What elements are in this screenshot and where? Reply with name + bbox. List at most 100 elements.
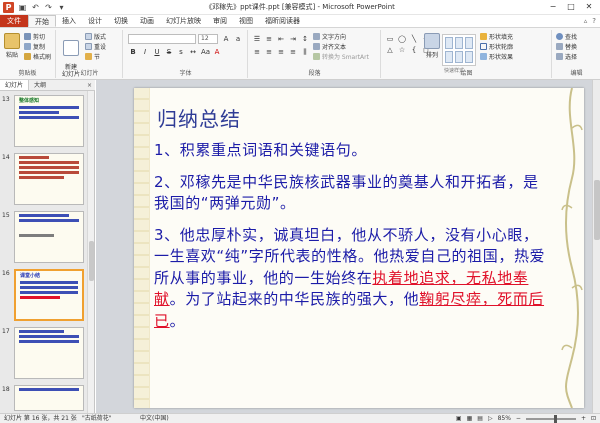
- copy-button[interactable]: 复制: [24, 43, 45, 52]
- strikethrough-button[interactable]: S: [165, 48, 173, 56]
- increase-indent-icon[interactable]: ⇥: [289, 35, 297, 43]
- italic-button[interactable]: I: [141, 48, 149, 56]
- paste-button[interactable]: 粘贴: [3, 33, 21, 59]
- slide-canvas[interactable]: 归纳总结 1、积累重点词语和关键语句。 2、邓稼先是中华民族核武器事业的奠基人和…: [134, 88, 584, 408]
- tab-outline-pane[interactable]: 大纲: [29, 80, 51, 90]
- select-button[interactable]: 选择: [556, 53, 577, 62]
- slide-thumbnail[interactable]: [14, 211, 84, 263]
- shape-fill-button[interactable]: 形状填充: [480, 33, 513, 42]
- layout-icon: [85, 33, 92, 40]
- quick-styles-gallery[interactable]: [442, 34, 476, 66]
- fit-to-window-icon[interactable]: ⊡: [591, 414, 596, 423]
- find-button[interactable]: 查找: [556, 33, 577, 42]
- tab-insert[interactable]: 插入: [56, 15, 82, 27]
- spacing-icon[interactable]: ↔: [189, 48, 197, 56]
- slide-thumbnail[interactable]: [14, 153, 84, 205]
- tab-design[interactable]: 设计: [82, 15, 108, 27]
- editing-label: 编辑: [570, 70, 583, 77]
- reset-button[interactable]: 重设: [85, 43, 106, 52]
- paste-icon: [4, 33, 20, 49]
- tab-home[interactable]: 开始: [28, 15, 56, 27]
- grow-font-icon[interactable]: A: [222, 35, 230, 43]
- slides-pane-scrollbar[interactable]: [87, 91, 94, 413]
- theme-name-status[interactable]: "古纸荷花": [82, 414, 112, 423]
- numbering-icon[interactable]: ≡: [265, 35, 273, 43]
- tab-view[interactable]: 视图: [233, 15, 259, 27]
- format-painter-button[interactable]: 格式刷: [24, 53, 51, 62]
- zoom-level[interactable]: 85%: [498, 414, 511, 423]
- maximize-icon[interactable]: □: [562, 1, 580, 13]
- arrange-button[interactable]: 排列: [424, 33, 440, 59]
- align-center-icon[interactable]: ≡: [265, 48, 273, 57]
- copy-icon: [24, 43, 31, 50]
- smartart-button[interactable]: 转换为 SmartArt: [313, 53, 369, 62]
- cut-button[interactable]: 剪切: [24, 33, 45, 42]
- zoom-slider-handle[interactable]: [553, 414, 557, 423]
- brace-shape-icon[interactable]: {: [410, 46, 418, 54]
- tab-foxit[interactable]: 福昕阅读器: [259, 15, 306, 27]
- slide-thumbnail[interactable]: [14, 385, 84, 411]
- reading-view-icon[interactable]: ▤: [477, 414, 483, 423]
- zoom-slider[interactable]: [525, 414, 576, 423]
- scrollbar-thumb[interactable]: [89, 241, 94, 281]
- slide-count-status: 幻灯片 第 16 张，共 21 张: [4, 415, 77, 422]
- thumbnail-number: 14: [2, 154, 10, 161]
- change-case-icon[interactable]: Aa: [201, 48, 210, 56]
- tab-slideshow[interactable]: 幻灯片放映: [160, 15, 207, 27]
- zoom-out-icon[interactable]: −: [516, 414, 521, 423]
- section-button[interactable]: 节: [85, 53, 100, 62]
- replace-button[interactable]: 替换: [556, 43, 577, 52]
- decrease-indent-icon[interactable]: ⇤: [277, 35, 285, 43]
- close-pane-icon[interactable]: ×: [87, 80, 95, 90]
- help-icon[interactable]: ?: [592, 17, 596, 25]
- zoom-in-icon[interactable]: +: [581, 414, 586, 423]
- slideshow-icon[interactable]: ▷: [488, 414, 493, 423]
- normal-view-icon[interactable]: ▣: [456, 414, 462, 423]
- underline-button[interactable]: U: [153, 48, 161, 56]
- oval-shape-icon[interactable]: ◯: [398, 35, 406, 43]
- paragraph-label: 段落: [308, 70, 321, 77]
- language-status[interactable]: 中文(中国): [140, 414, 169, 423]
- align-left-icon[interactable]: ≡: [253, 48, 261, 57]
- star-shape-icon[interactable]: ☆: [398, 46, 406, 54]
- shrink-font-icon[interactable]: a: [234, 35, 242, 43]
- minimize-ribbon-icon[interactable]: ▵: [584, 17, 588, 25]
- slide-body-text[interactable]: 1、积累重点词语和关键语句。 2、邓稼先是中华民族核武器事业的奠基人和开拓者，是…: [154, 140, 549, 342]
- slide-thumbnail-selected[interactable]: 课堂小结: [14, 269, 84, 321]
- tab-transitions[interactable]: 切换: [108, 15, 134, 27]
- tab-review[interactable]: 审阅: [207, 15, 233, 27]
- text-direction-button[interactable]: 文字方向: [313, 33, 346, 42]
- close-icon[interactable]: ✕: [580, 1, 598, 13]
- font-name-input[interactable]: [128, 34, 196, 44]
- shape-effects-button[interactable]: 形状效果: [480, 53, 513, 62]
- justify-icon[interactable]: ≡: [289, 48, 297, 57]
- line-shape-icon[interactable]: ╲: [410, 35, 418, 43]
- triangle-shape-icon[interactable]: △: [386, 46, 394, 54]
- font-size-input[interactable]: 12: [198, 34, 218, 44]
- minimize-icon[interactable]: −: [544, 1, 562, 13]
- line-spacing-icon[interactable]: ↕: [301, 35, 309, 43]
- slide-thumbnail[interactable]: 整体感知: [14, 95, 84, 147]
- thumbnail-number: 17: [2, 328, 10, 335]
- shadow-icon[interactable]: ꜱ: [177, 48, 185, 56]
- font-color-icon[interactable]: A: [213, 48, 221, 56]
- slide-sorter-icon[interactable]: ▦: [467, 414, 473, 423]
- columns-icon[interactable]: ⫼: [301, 48, 309, 57]
- slide-title[interactable]: 归纳总结: [157, 103, 241, 132]
- tab-slides-pane[interactable]: 幻灯片: [0, 80, 30, 90]
- align-right-icon[interactable]: ≡: [277, 48, 285, 57]
- bold-button[interactable]: B: [129, 48, 137, 56]
- scrollbar-thumb[interactable]: [594, 180, 600, 240]
- summary-point-2: 2、邓稼先是中华民族核武器事业的奠基人和开拓者，是我国的“两弹元勋”。: [154, 172, 539, 213]
- align-text-button[interactable]: 对齐文本: [313, 43, 346, 52]
- tab-file[interactable]: 文件: [0, 15, 28, 27]
- select-icon: [556, 53, 563, 60]
- edit-area-scrollbar[interactable]: [592, 80, 600, 413]
- rectangle-shape-icon[interactable]: ▭: [386, 35, 394, 43]
- shape-outline-button[interactable]: 形状轮廓: [480, 43, 513, 52]
- layout-button[interactable]: 版式: [85, 33, 106, 42]
- tab-animations[interactable]: 动画: [134, 15, 160, 27]
- bullets-icon[interactable]: ☰: [253, 35, 261, 43]
- slide-thumbnail[interactable]: [14, 327, 84, 379]
- slides-label: 幻灯片: [80, 70, 99, 77]
